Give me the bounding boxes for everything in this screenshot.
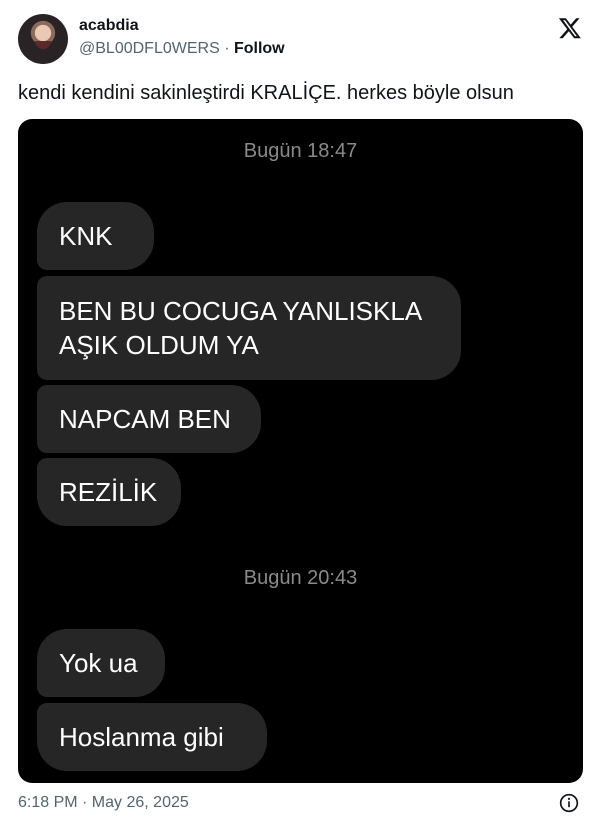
x-logo-icon[interactable]	[558, 16, 582, 40]
message-bubble: NAPCAM BEN	[37, 385, 261, 453]
info-icon[interactable]	[559, 793, 579, 813]
author-handle-row: @BL00DFL0WERS · Follow	[79, 40, 285, 58]
chat-screenshot-image[interactable]: Bugün 18:47 KNK BEN BU COCUGA YANLISKLA …	[18, 119, 583, 783]
message-text-line: BEN BU COCUGA YANLISKLA	[59, 296, 423, 326]
message-bubble: REZİLİK	[37, 458, 181, 526]
chat-timestamp: Bugün 18:47	[243, 140, 358, 162]
follow-button[interactable]: Follow	[234, 40, 285, 57]
message-bubble: KNK	[37, 202, 154, 270]
tweet-text: kendi kendini sakinleştirdi KRALİÇE. her…	[18, 82, 514, 104]
tweet-header: acabdia @BL00DFL0WERS · Follow	[18, 12, 584, 66]
avatar[interactable]	[18, 14, 68, 64]
message-text-line: AŞIK OLDUM YA	[59, 330, 259, 360]
message-bubble: Yok ua	[37, 629, 165, 697]
message-text: Yok ua	[59, 648, 138, 678]
message-bubble: BEN BU COCUGA YANLISKLA AŞIK OLDUM YA	[37, 276, 461, 380]
message-text: NAPCAM BEN	[59, 404, 231, 434]
author-display-name[interactable]: acabdia	[79, 17, 139, 35]
message-text: REZİLİK	[59, 477, 158, 507]
author-handle[interactable]: @BL00DFL0WERS	[79, 40, 220, 57]
chat-timestamp: Bugün 20:43	[243, 567, 358, 589]
separator-dot: ·	[224, 40, 230, 57]
post-timestamp[interactable]: 6:18 PM · May 26, 2025	[18, 794, 189, 812]
message-text: KNK	[59, 221, 113, 251]
message-bubble: Hoslanma gibi	[37, 703, 267, 771]
message-text: Hoslanma gibi	[59, 722, 224, 752]
